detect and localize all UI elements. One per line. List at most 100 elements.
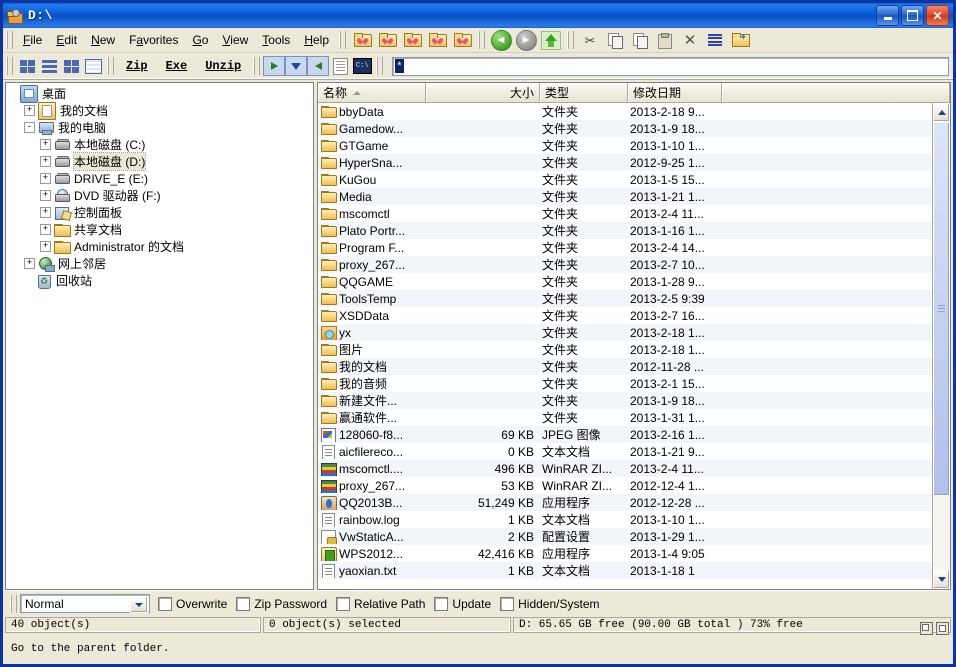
view-list-button[interactable] — [60, 56, 82, 76]
file-row[interactable]: Media 文件夹 2013-1-21 1... — [318, 188, 932, 205]
column-header-name[interactable]: 名称 — [318, 83, 426, 102]
file-row[interactable]: aicfilereco... 0 KB 文本文档 2013-1-21 9... — [318, 443, 932, 460]
file-row[interactable]: KuGou 文件夹 2013-1-5 15... — [318, 171, 932, 188]
tree-item[interactable]: + DVD 驱动器 (F:) — [8, 187, 313, 204]
menu-tools[interactable]: Tools — [255, 30, 297, 50]
extract-to-button[interactable] — [263, 56, 286, 76]
option-checkbox[interactable]: Update — [434, 596, 491, 611]
up-folder-button[interactable] — [540, 30, 562, 50]
toolbar-drag-handle-actions[interactable] — [107, 57, 114, 75]
checkbox-box[interactable] — [434, 596, 449, 611]
option-checkbox[interactable]: Overwrite — [158, 596, 227, 611]
file-list-body[interactable]: bbyData 文件夹 2013-2-18 9... Gamedow... 文件夹 201… — [318, 103, 932, 589]
paste-button[interactable] — [654, 30, 676, 50]
filter-input[interactable]: * — [392, 56, 949, 76]
maximize-button[interactable] — [901, 5, 924, 26]
favorite-folder-4-button[interactable] — [426, 30, 448, 50]
file-row[interactable]: 新建文件... 文件夹 2013-1-9 18... — [318, 392, 932, 409]
checkbox-box[interactable] — [500, 596, 515, 611]
tree-item[interactable]: + DRIVE_E (E:) — [8, 170, 313, 187]
tree-expander[interactable]: + — [40, 207, 51, 218]
option-checkbox[interactable]: Hidden/System — [500, 596, 600, 611]
tree-item[interactable]: + 网上邻居 — [8, 255, 313, 272]
view-icons-button[interactable] — [16, 56, 38, 76]
tree-item[interactable]: + 本地磁盘 (C:) — [8, 136, 313, 153]
exe-button[interactable]: Exe — [158, 56, 196, 76]
title-bar[interactable]: D:\ ✕ — [3, 3, 953, 28]
console-button[interactable]: C:\ — [351, 56, 373, 76]
toolbar-drag-handle-edit[interactable] — [567, 31, 574, 49]
file-row[interactable]: Plato Portr... 文件夹 2013-1-16 1... — [318, 222, 932, 239]
add-to-button[interactable] — [307, 56, 330, 76]
file-row[interactable]: proxy_267... 文件夹 2013-2-7 10... — [318, 256, 932, 273]
back-button[interactable]: ◄ — [490, 29, 512, 51]
checkbox-box[interactable] — [158, 596, 172, 611]
file-row[interactable]: yaoxian.txt 1 KB 文本文档 2013-1-18 1 — [318, 562, 932, 579]
file-row[interactable]: 图片 文件夹 2013-2-18 1... — [318, 341, 932, 358]
favorite-folder-5-button[interactable] — [451, 30, 473, 50]
copy-button[interactable] — [604, 30, 626, 50]
file-row[interactable]: Program F... 文件夹 2013-2-4 14... — [318, 239, 932, 256]
tree-item[interactable]: + Administrator 的文档 — [8, 238, 313, 255]
properties-button[interactable] — [704, 30, 726, 50]
file-row[interactable]: yx 文件夹 2013-2-18 1... — [318, 324, 932, 341]
menu-new[interactable]: New — [84, 30, 122, 50]
toolbar-drag-handle-view[interactable] — [6, 57, 13, 75]
view-small-icons-button[interactable] — [38, 56, 60, 76]
folder-tree[interactable]: 桌面 + 我的文档 - 我的电脑 + 本地磁盘 (C:) + 本地磁盘 (D:) + DRIVE_E… — [6, 83, 313, 589]
toolbar-drag-handle-nav[interactable] — [478, 31, 485, 49]
file-row[interactable]: proxy_267... 53 KB WinRAR ZI... 2012-12-4 1… — [318, 477, 932, 494]
tree-item[interactable]: + 我的文档 — [8, 101, 313, 120]
file-row[interactable]: 我的文档 文件夹 2012-11-28 ... — [318, 358, 932, 375]
install-button[interactable] — [285, 56, 308, 76]
checkbox-box[interactable] — [336, 596, 351, 611]
compression-mode-select[interactable]: Normal — [20, 594, 150, 613]
menu-go[interactable]: Go — [185, 30, 215, 50]
view-details-button[interactable] — [82, 56, 104, 76]
file-row[interactable]: ToolsTemp 文件夹 2013-2-5 9:39 — [318, 290, 932, 307]
menu-favorites[interactable]: Favorites — [122, 30, 185, 50]
toolbar-drag-handle-extra[interactable] — [253, 57, 261, 75]
menu-drag-handle[interactable] — [6, 31, 13, 49]
toolbar-drag-handle-filter[interactable] — [376, 57, 384, 75]
menu-file[interactable]: File — [16, 30, 49, 50]
file-row[interactable]: rainbow.log 1 KB 文本文档 2013-1-10 1... — [318, 511, 932, 528]
tree-item[interactable]: + 共享文档 — [8, 221, 313, 238]
file-row[interactable]: 我的音频 文件夹 2013-2-1 15... — [318, 375, 932, 392]
close-button[interactable]: ✕ — [926, 5, 949, 26]
cut-button[interactable]: ✂ — [579, 30, 601, 50]
maximize-layout-icon[interactable] — [936, 622, 949, 635]
file-row[interactable]: HyperSna... 文件夹 2012-9-25 1... — [318, 154, 932, 171]
menu-view[interactable]: View — [215, 30, 255, 50]
checkbox-box[interactable] — [236, 596, 251, 611]
file-row[interactable]: QQ2013B... 51,249 KB 应用程序 2012-12-28 ... — [318, 494, 932, 511]
notes-button[interactable] — [329, 56, 351, 76]
scroll-up-button[interactable] — [933, 103, 950, 122]
tree-expander[interactable]: + — [24, 105, 35, 116]
file-row[interactable]: mscomctl 文件夹 2013-2-4 11... — [318, 205, 932, 222]
scroll-down-button[interactable] — [933, 570, 950, 589]
tree-item[interactable]: - 我的电脑 — [8, 119, 313, 136]
file-row[interactable]: VwStaticA... 2 KB 配置设置 2013-1-29 1... — [318, 528, 932, 545]
tree-expander[interactable]: - — [24, 122, 35, 133]
forward-button[interactable]: ► — [515, 29, 537, 51]
new-folder-button[interactable]: ✦ — [729, 30, 751, 50]
file-row[interactable]: mscomctl.... 496 KB WinRAR ZI... 2013-2-4 1… — [318, 460, 932, 477]
minimize-button[interactable] — [876, 5, 899, 26]
move-button[interactable] — [629, 30, 651, 50]
tree-expander[interactable]: + — [40, 173, 51, 184]
favorite-folder-1-button[interactable] — [351, 30, 373, 50]
chevron-down-icon[interactable] — [130, 596, 148, 613]
tree-item[interactable]: + 控制面板 — [8, 204, 313, 221]
scrollbar-track[interactable] — [933, 122, 950, 570]
option-checkbox[interactable]: Zip Password — [236, 596, 327, 611]
column-header-type[interactable]: 类型 — [540, 83, 628, 102]
file-row[interactable]: bbyData 文件夹 2013-2-18 9... — [318, 103, 932, 120]
tree-expander[interactable]: + — [40, 139, 51, 150]
delete-button[interactable]: ✕ — [679, 30, 701, 50]
tree-expander[interactable]: + — [40, 224, 51, 235]
file-row[interactable]: Gamedow... 文件夹 2013-1-9 18... — [318, 120, 932, 137]
file-row[interactable]: WPS2012... 42,416 KB 应用程序 2013-1-4 9:05 — [318, 545, 932, 562]
tree-item[interactable]: + 本地磁盘 (D:) — [8, 152, 313, 171]
tree-expander[interactable]: + — [24, 258, 35, 269]
